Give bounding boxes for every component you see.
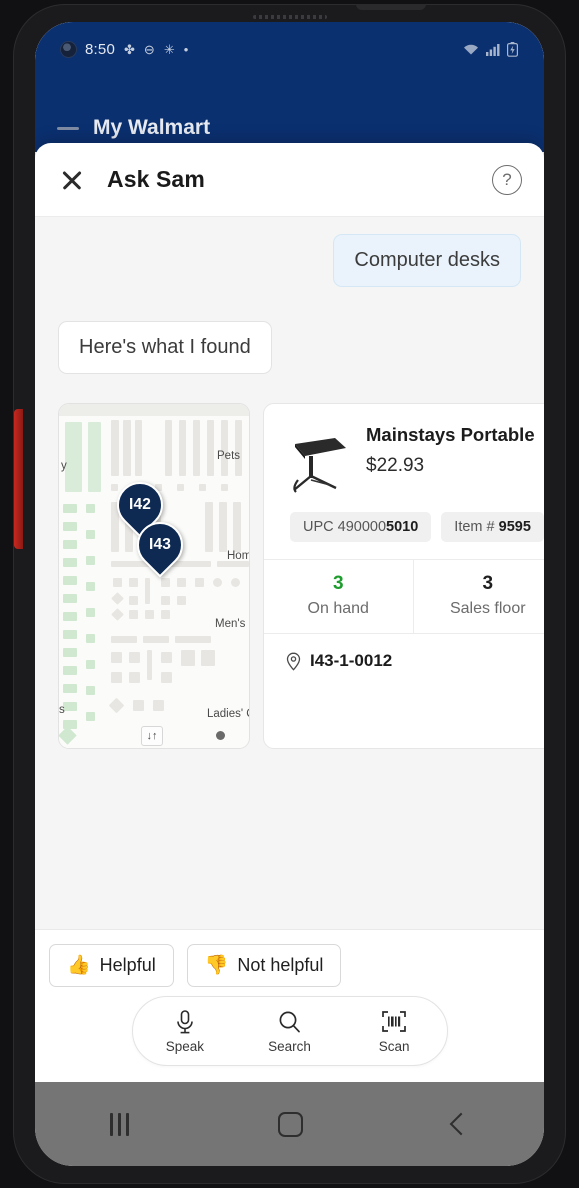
map-pin-i43-label: I43 [148,536,172,553]
thumbs-down-icon: 👎 [204,955,229,976]
feedback-row: 👍 Helpful 👎 Not helpful [35,930,544,987]
page-title: Ask Sam [107,166,205,192]
sales-floor-value: 3 [482,573,494,594]
recents-button[interactable] [109,1112,129,1136]
helpful-label: Helpful [99,955,156,975]
item-suffix: 9595 [498,519,531,535]
app-title: My Walmart [93,116,211,139]
stat-sales-floor: 3 Sales floor [412,560,545,633]
back-button[interactable] [449,1112,473,1136]
wifi-icon [464,44,478,54]
sales-floor-label: Sales floor [449,600,526,617]
product-id-chips: UPC 4900005010 Item # 9595 [264,496,544,542]
barcode-scan-icon [382,1010,406,1032]
product-name: Mainstays Portable [366,424,535,445]
status-time: 8:50 [85,40,115,58]
product-meta: Mainstays Portable $22.93 [366,418,535,496]
map-green-block-a [65,422,82,492]
upc-prefix: UPC 490000 [303,519,387,535]
item-prefix: Item # [454,519,499,535]
product-image [278,418,356,496]
stat-on-hand: 3 On hand [264,560,413,633]
map-label-pets: Pets [217,450,241,462]
speak-button[interactable]: Speak [146,1009,224,1054]
map-label-ladies-clothing: Ladies' Clothing [207,708,249,720]
upc-suffix: 5010 [386,519,419,535]
app-title-row: My Walmart [57,116,210,140]
map-pin-i42-label: I42 [128,496,152,513]
sheet-header: Ask Sam ? [35,143,544,217]
status-bar: 8:50 ✤ ⊖ ✳ • [35,32,544,66]
product-location-row: I43-1-0012 [264,634,544,671]
bot-message-bubble: Here's what I found [58,321,272,374]
search-button[interactable]: Search [250,1009,328,1054]
scan-label: Scan [378,1038,410,1054]
search-icon [280,1011,301,1032]
map-canvas: Pets Home Goods Men's Clothing Ladies' C… [59,404,249,748]
search-label: Search [268,1038,311,1054]
user-message-row: Computer desks [35,234,544,287]
map-pin-icon [286,652,301,671]
map-label-home-goods: Home Goods [227,550,249,562]
bot-message-row: Here's what I found [35,321,544,374]
inventory-stats: 3 On hand 3 Sales floor [264,559,544,634]
microphone-icon [177,1009,193,1033]
product-price: $22.93 [366,455,425,477]
bluetooth-icon: ✳ [163,41,175,57]
earpiece-speaker [252,15,327,19]
thumbs-up-icon: 👍 [67,955,91,976]
upc-chip: UPC 4900005010 [290,512,432,542]
sheet-footer: 👍 Helpful 👎 Not helpful Speak Search Sca… [35,929,544,1082]
product-card[interactable]: Mainstays Portable $22.93 UPC 4900005010… [263,403,544,749]
map-edge-label-left-top: y [61,460,67,472]
not-helpful-button[interactable]: 👎 Not helpful [186,944,342,987]
side-button[interactable] [14,409,23,549]
map-edge-label-left-bottom: s [59,704,65,716]
on-hand-value: 3 [332,573,344,594]
phone-top-nub [356,4,426,10]
android-nav-bar [35,1082,544,1166]
map-green-block-b [88,422,101,492]
map-top-band [59,404,249,416]
map-sort-icon[interactable]: ↓↑ [141,726,163,746]
not-helpful-label: Not helpful [237,955,324,975]
ask-sam-sheet: Ask Sam ? Computer desks Here's what I f… [35,143,544,1082]
signal-icon [486,43,500,56]
phone-screen: 8:50 ✤ ⊖ ✳ • My Walmart Ask Sam ? Comput… [35,22,544,1166]
do-not-disturb-icon: ⊖ [143,41,155,57]
close-icon[interactable] [57,165,87,195]
app-header: 8:50 ✤ ⊖ ✳ • My Walmart [35,22,544,152]
product-location: I43-1-0012 [310,651,393,670]
helpful-button[interactable]: 👍 Helpful [49,944,174,987]
speak-label: Speak [165,1038,204,1054]
phone-shell: 8:50 ✤ ⊖ ✳ • My Walmart Ask Sam ? Comput… [13,4,566,1184]
status-bar-right [463,41,518,57]
battery-charging-icon [507,41,518,57]
on-hand-label: On hand [307,600,369,617]
phone-frame: 8:50 ✤ ⊖ ✳ • My Walmart Ask Sam ? Comput… [35,22,544,1166]
item-number-chip: Item # 9595 [441,512,544,542]
product-top: Mainstays Portable $22.93 [264,404,544,496]
slack-icon: ✤ [124,41,135,57]
hamburger-menu-icon[interactable] [57,126,79,130]
store-map-card[interactable]: Pets Home Goods Men's Clothing Ladies' C… [58,403,250,749]
status-bar-left: 8:50 ✤ ⊖ ✳ • [61,41,188,58]
map-aisles [108,418,249,748]
map-current-position-dot [216,731,225,740]
home-button[interactable] [278,1111,304,1137]
action-bar: Speak Search Scan [131,996,448,1066]
camera-dot-icon [61,41,76,57]
results-carousel[interactable]: Pets Home Goods Men's Clothing Ladies' C… [35,403,544,749]
scan-button[interactable]: Scan [355,1009,433,1054]
map-label-mens-clothing: Men's Clothing [215,618,249,630]
user-message-bubble: Computer desks [333,234,521,287]
portable-desk-icon [293,438,346,493]
map-green-ladder [63,504,77,748]
conversation-area: Computer desks Here's what I found Pets … [35,217,544,1003]
map-green-dots [86,504,95,748]
dot-icon: • [183,41,189,57]
help-icon[interactable]: ? [492,164,522,195]
